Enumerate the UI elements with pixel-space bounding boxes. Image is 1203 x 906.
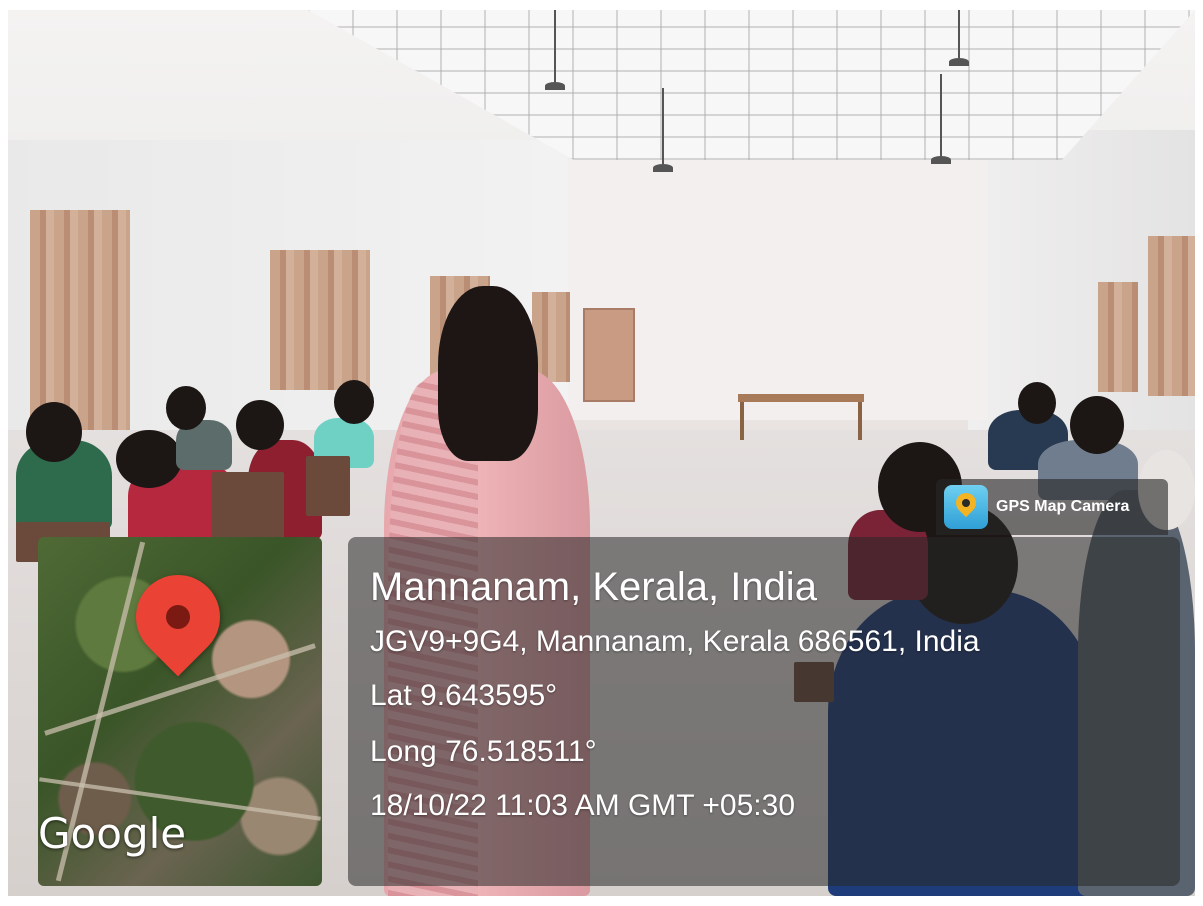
brand-label: GPS Map Camera — [996, 498, 1130, 515]
student-head — [26, 402, 82, 462]
curtain — [30, 210, 130, 430]
ceiling-fan — [949, 10, 969, 66]
teacher-head — [438, 286, 538, 461]
desk — [306, 456, 350, 516]
address-line: JGV9+9G4, Mannanam, Kerala 686561, India — [370, 625, 980, 658]
curtain — [1148, 236, 1195, 396]
place-name: Mannanam, Kerala, India — [370, 565, 817, 609]
curtain — [270, 250, 370, 390]
location-info-panel: Mannanam, Kerala, India JGV9+9G4, Mannan… — [348, 537, 1180, 886]
student-head — [1070, 396, 1124, 454]
ceiling-fan — [545, 10, 565, 90]
ceiling-fan — [653, 88, 673, 172]
desk — [212, 472, 284, 544]
curtain — [1098, 282, 1138, 392]
back-door — [583, 308, 635, 402]
student-head — [166, 386, 206, 430]
front-table — [738, 394, 864, 440]
student-head — [236, 400, 284, 450]
tiled-ceiling — [308, 10, 1195, 160]
student-head — [116, 430, 182, 488]
gps-map-camera-icon — [944, 485, 988, 529]
map-attribution: Google — [38, 809, 187, 858]
student-head — [334, 380, 374, 424]
timestamp-line: 18/10/22 11:03 AM GMT +05:30 — [370, 789, 796, 822]
map-pin-center — [166, 605, 190, 629]
gps-map-camera-badge: GPS Map Camera — [936, 479, 1168, 535]
satellite-map-thumbnail: Google — [38, 537, 322, 886]
latitude-line: Lat 9.643595° — [370, 679, 558, 712]
student-head — [1018, 382, 1056, 424]
ceiling-fan — [931, 74, 951, 164]
longitude-line: Long 76.518511° — [370, 735, 597, 768]
